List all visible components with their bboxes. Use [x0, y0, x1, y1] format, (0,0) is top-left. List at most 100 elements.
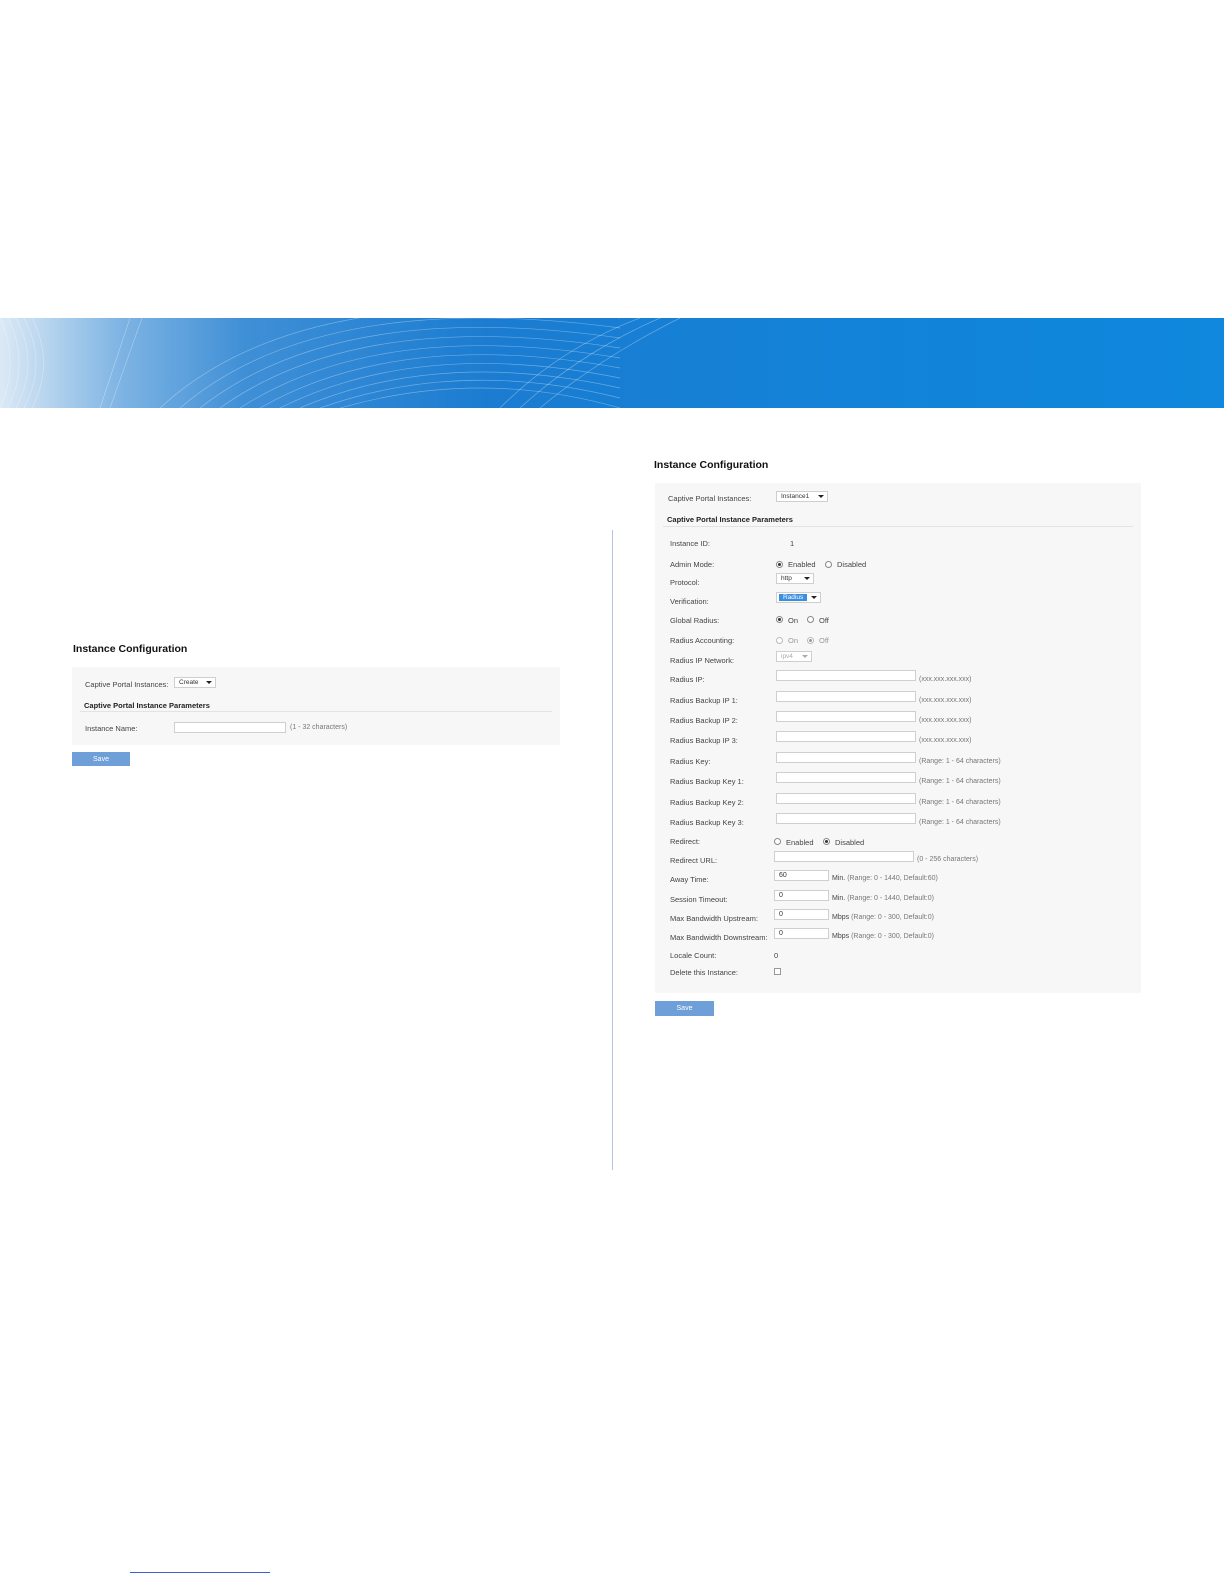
- redirect-disabled-radio[interactable]: [823, 838, 830, 845]
- radius-accounting-label: Radius Accounting:: [670, 636, 735, 645]
- chevron-down-icon: [804, 577, 810, 580]
- away-time-label: Away Time:: [670, 875, 709, 884]
- admin-mode-disabled-radio[interactable]: [825, 561, 832, 568]
- verification-select[interactable]: Radius: [776, 592, 821, 603]
- column-divider: [612, 530, 613, 1170]
- radius-ip-network-label: Radius IP Network:: [670, 656, 735, 665]
- left-save-button[interactable]: Save: [72, 752, 130, 766]
- left-section-title: Instance Configuration: [73, 643, 188, 655]
- max-upstream-unit: Mbps: [832, 914, 850, 921]
- max-downstream-label: Max Bandwidth Downstream:: [670, 933, 768, 942]
- chevron-down-icon: [818, 495, 824, 498]
- session-timeout-unit: Min.: [832, 895, 846, 902]
- redirect-disabled-label: Disabled: [835, 838, 865, 847]
- instance-name-field[interactable]: [174, 722, 286, 733]
- away-time-field[interactable]: 60: [774, 870, 829, 881]
- max-upstream-label: Max Bandwidth Upstream:: [670, 914, 758, 923]
- session-timeout-field[interactable]: 0: [774, 890, 829, 901]
- radius-backup-key3-hint: (Range: 1 - 64 characters): [919, 819, 1001, 826]
- radius-backup-key2-field[interactable]: [776, 793, 916, 804]
- captive-portal-instances-value: Instance1: [781, 493, 810, 500]
- radius-backup-ip3-field[interactable]: [776, 731, 916, 742]
- max-downstream-hint-group: Mbps (Range: 0 - 300, Default:0): [832, 933, 934, 940]
- radius-backup-ip3-hint: (xxx.xxx.xxx.xxx): [919, 737, 972, 744]
- radius-key-label: Radius Key:: [670, 757, 711, 766]
- radius-ip-network-select[interactable]: ipv4: [776, 651, 812, 662]
- radius-backup-ip2-field[interactable]: [776, 711, 916, 722]
- radius-backup-ip2-hint: (xxx.xxx.xxx.xxx): [919, 717, 972, 724]
- radius-backup-key1-field[interactable]: [776, 772, 916, 783]
- captive-portal-instances-select[interactable]: Instance1: [776, 491, 828, 502]
- radius-backup-ip1-field[interactable]: [776, 691, 916, 702]
- redirect-enabled-label: Enabled: [786, 838, 814, 847]
- verification-label: Verification:: [670, 597, 709, 606]
- global-radius-off-label: Off: [819, 616, 829, 625]
- radius-backup-key2-label: Radius Backup Key 2:: [670, 798, 744, 807]
- radius-key-field[interactable]: [776, 752, 916, 763]
- radius-backup-key1-label: Radius Backup Key 1:: [670, 777, 744, 786]
- captive-portal-instances-value: Create: [179, 679, 199, 686]
- max-upstream-hint-group: Mbps (Range: 0 - 300, Default:0): [832, 914, 934, 921]
- chevron-down-icon: [802, 655, 808, 658]
- radius-backup-ip2-label: Radius Backup IP 2:: [670, 716, 738, 725]
- away-time-hint-group: Min. (Range: 0 - 1440, Default:60): [832, 875, 938, 882]
- global-radius-off-radio[interactable]: [807, 616, 814, 623]
- session-timeout-label: Session Timeout:: [670, 895, 728, 904]
- admin-mode-disabled-label: Disabled: [837, 560, 867, 569]
- away-time-unit: Min.: [832, 875, 846, 882]
- locale-count-label: Locale Count:: [670, 951, 717, 960]
- admin-mode-label: Admin Mode:: [670, 560, 715, 569]
- global-radius-on-radio[interactable]: [776, 616, 783, 623]
- radius-backup-ip1-label: Radius Backup IP 1:: [670, 696, 738, 705]
- radius-ip-hint: (xxx.xxx.xxx.xxx): [919, 676, 972, 683]
- session-timeout-hint: (Range: 0 - 1440, Default:0): [847, 895, 934, 902]
- admin-mode-enabled-label: Enabled: [788, 560, 816, 569]
- radius-key-hint: (Range: 1 - 64 characters): [919, 758, 1001, 765]
- redirect-label: Redirect:: [670, 837, 701, 846]
- max-upstream-hint: (Range: 0 - 300, Default:0): [851, 914, 934, 921]
- redirect-url-field[interactable]: [774, 851, 914, 862]
- banner-wave-pattern: [0, 318, 681, 408]
- global-radius-on-label: On: [788, 616, 799, 625]
- verification-value: Radius: [779, 594, 808, 601]
- radius-backup-key3-field[interactable]: [776, 813, 916, 824]
- radius-accounting-on-radio[interactable]: [776, 637, 783, 644]
- header-banner: [0, 318, 1224, 408]
- delete-instance-checkbox[interactable]: [774, 968, 781, 975]
- captive-portal-instances-label: Captive Portal Instances:: [668, 494, 752, 503]
- captive-portal-instances-select[interactable]: Create: [174, 677, 216, 688]
- admin-mode-enabled-radio[interactable]: [776, 561, 783, 568]
- max-downstream-unit: Mbps: [832, 933, 850, 940]
- redirect-enabled-radio[interactable]: [774, 838, 781, 845]
- params-heading: Captive Portal Instance Parameters: [84, 701, 210, 710]
- footer-link-underline[interactable]: [130, 1572, 270, 1573]
- params-separator: [80, 711, 552, 712]
- left-config-panel: Captive Portal Instances: Create Captive…: [72, 667, 560, 745]
- radius-backup-key1-hint: (Range: 1 - 64 characters): [919, 778, 1001, 785]
- max-upstream-field[interactable]: 0: [774, 909, 829, 920]
- params-heading: Captive Portal Instance Parameters: [667, 515, 793, 524]
- session-timeout-hint-group: Min. (Range: 0 - 1440, Default:0): [832, 895, 934, 902]
- radius-accounting-off-radio[interactable]: [807, 637, 814, 644]
- instance-id-label: Instance ID:: [670, 539, 711, 548]
- captive-portal-instances-label: Captive Portal Instances:: [85, 680, 169, 689]
- instance-id-value: 1: [790, 539, 795, 548]
- max-downstream-field[interactable]: 0: [774, 928, 829, 939]
- protocol-select[interactable]: http: [776, 573, 814, 584]
- global-radius-label: Global Radius:: [670, 616, 720, 625]
- radius-backup-key2-hint: (Range: 1 - 64 characters): [919, 799, 1001, 806]
- radius-accounting-on-label: On: [788, 636, 799, 645]
- radius-backup-ip3-label: Radius Backup IP 3:: [670, 736, 738, 745]
- instance-name-hint: (1 - 32 characters): [290, 724, 348, 731]
- right-save-button[interactable]: Save: [655, 1001, 714, 1016]
- protocol-label: Protocol:: [670, 578, 700, 587]
- radius-backup-ip1-hint: (xxx.xxx.xxx.xxx): [919, 697, 972, 704]
- redirect-url-hint: (0 - 256 characters): [917, 856, 979, 863]
- away-time-hint: (Range: 0 - 1440, Default:60): [847, 875, 938, 882]
- delete-instance-label: Delete this Instance:: [670, 968, 738, 977]
- radius-ip-label: Radius IP:: [670, 675, 705, 684]
- radius-ip-field[interactable]: [776, 670, 916, 681]
- chevron-down-icon: [206, 681, 212, 684]
- radius-ip-network-value: ipv4: [781, 653, 793, 660]
- locale-count-value: 0: [774, 951, 779, 960]
